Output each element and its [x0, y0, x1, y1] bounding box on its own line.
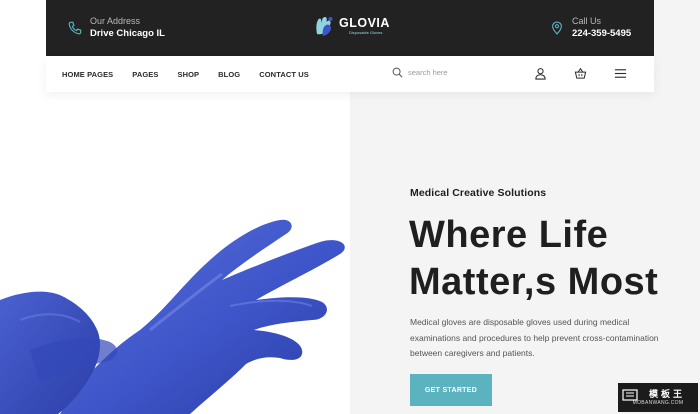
hero-eyebrow: Medical Creative Solutions — [410, 187, 547, 199]
hamburger-menu-icon[interactable] — [614, 67, 627, 80]
search-input[interactable] — [408, 68, 488, 77]
top-info-bar: Our Address Drive Chicago IL GLOVIA Disp… — [46, 0, 654, 56]
nav-menu: HOME PAGES PAGES SHOP BLOG CONTACT US — [62, 56, 328, 92]
watermark-logo-icon — [622, 389, 638, 401]
glove-logo-icon — [316, 17, 333, 36]
watermark-badge: 模板王 MOBANWANG.COM — [618, 383, 698, 412]
search-box — [392, 67, 488, 78]
phone-icon — [68, 21, 82, 34]
call-phone-number[interactable]: 224-359-5495 — [572, 27, 631, 40]
hero-description: Medical gloves are disposable gloves use… — [410, 317, 659, 358]
nav-item-shop[interactable]: SHOP — [178, 70, 200, 79]
address-value: Drive Chicago IL — [90, 28, 165, 39]
user-icon[interactable] — [534, 67, 547, 80]
address-block: Our Address Drive Chicago IL — [68, 15, 165, 40]
watermark-url: MOBANWANG.COM — [632, 399, 684, 406]
hero-headline: Where Life Matter,s Most — [409, 212, 658, 306]
brand-tagline: Disposable Gloves — [349, 30, 383, 35]
search-icon[interactable] — [392, 67, 403, 78]
brand-logo[interactable]: GLOVIA Disposable Gloves — [312, 14, 390, 38]
address-label: Our Address — [90, 16, 141, 26]
nav-item-blog[interactable]: BLOG — [218, 70, 240, 79]
nav-item-contact-us[interactable]: CONTACT US — [259, 70, 309, 79]
call-block: Call Us 224-359-5495 — [550, 15, 631, 40]
call-label: Call Us — [572, 16, 602, 26]
cart-basket-icon[interactable] — [574, 67, 587, 80]
brand-name: GLOVIA — [339, 16, 390, 30]
hero-headline-line-1: Where Life — [409, 214, 609, 256]
nav-item-home-pages[interactable]: HOME PAGES — [62, 70, 113, 79]
hero-headline-line-2: Matter,s Most — [409, 261, 659, 303]
blue-glove-hands-image — [0, 219, 345, 414]
nav-item-pages[interactable]: PAGES — [132, 70, 158, 79]
watermark-title: 模板王 — [648, 388, 685, 399]
location-pin-icon — [552, 20, 562, 35]
main-navigation: HOME PAGES PAGES SHOP BLOG CONTACT US — [46, 56, 654, 92]
get-started-button[interactable]: GET STARTED — [410, 374, 492, 406]
